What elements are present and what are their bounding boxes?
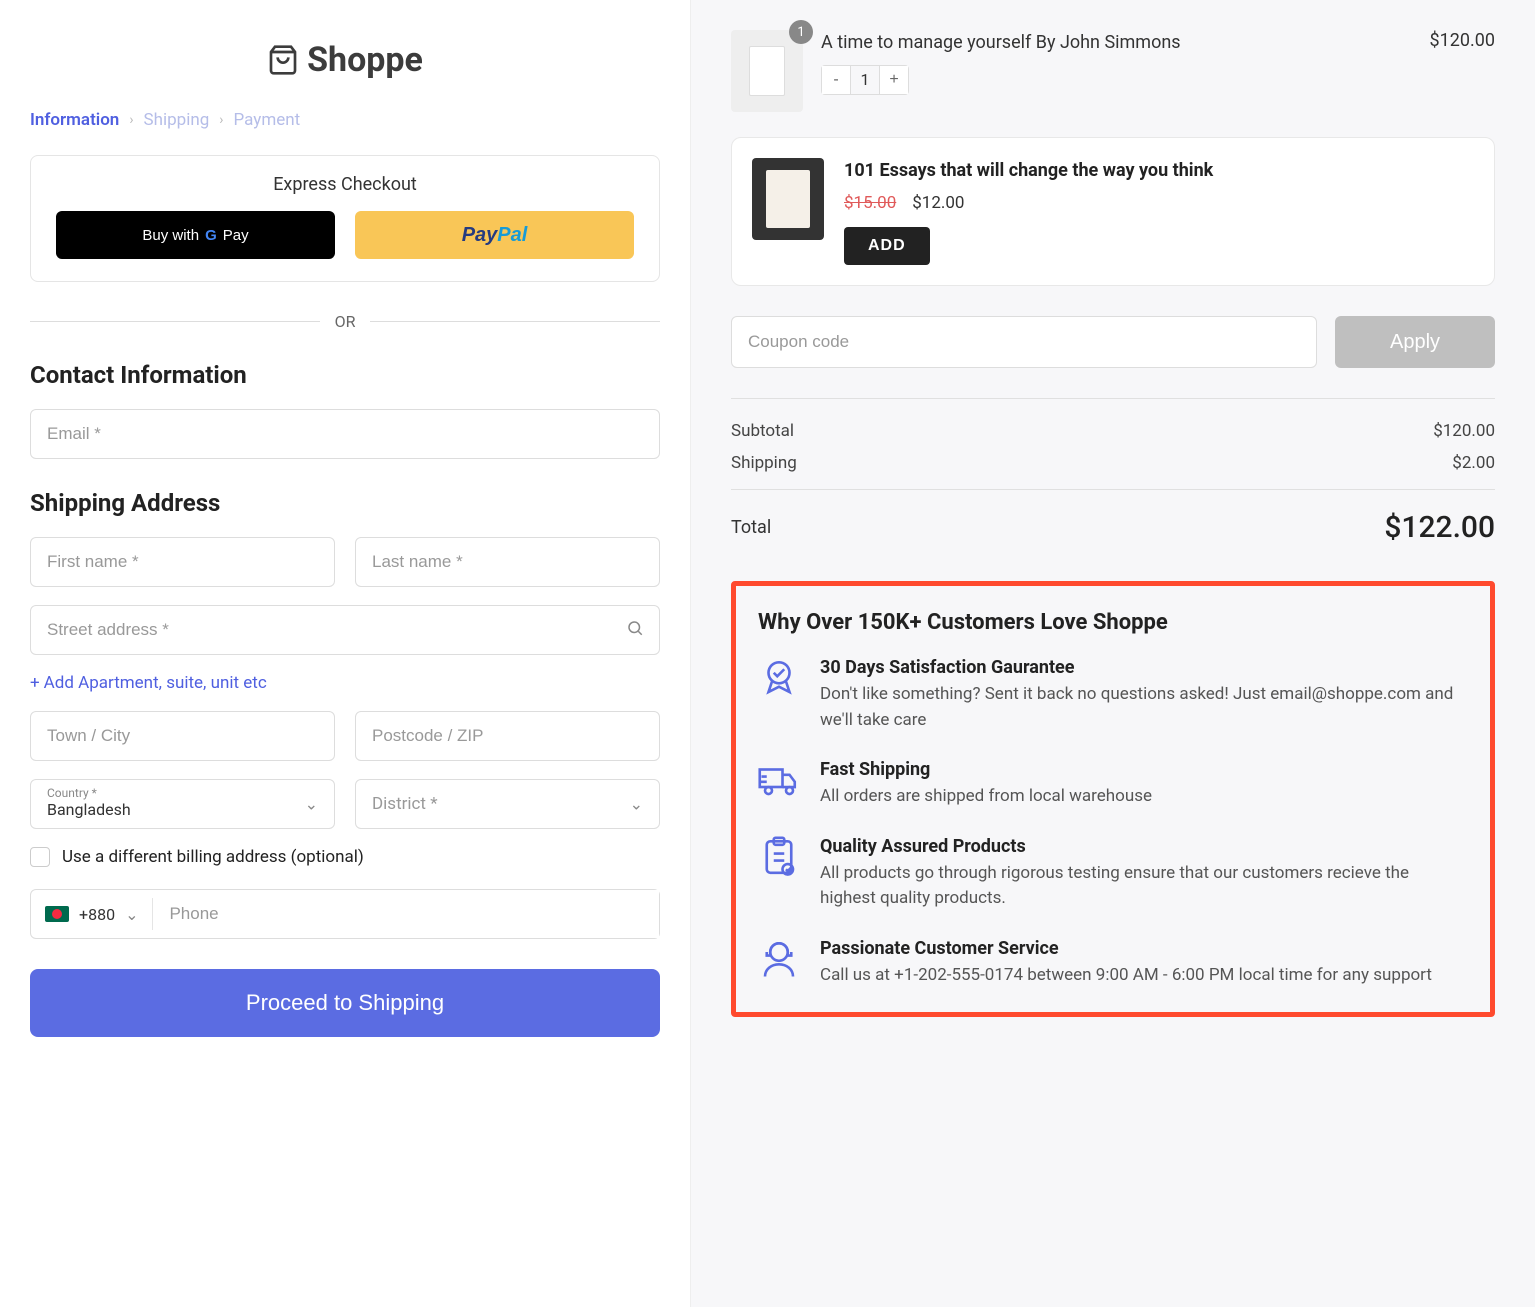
chevron-right-icon: › xyxy=(129,112,133,128)
search-icon xyxy=(626,619,644,641)
chevron-down-icon: ⌄ xyxy=(630,795,643,814)
trust-item-title: Passionate Customer Service xyxy=(820,938,1432,959)
billing-checkbox[interactable] xyxy=(30,847,50,867)
subtotal-value: $120.00 xyxy=(1433,421,1495,441)
trust-badges: Why Over 150K+ Customers Love Shoppe 30 … xyxy=(731,581,1495,1017)
paypal-logo: PayPal xyxy=(462,224,528,247)
subtotal-label: Subtotal xyxy=(731,421,794,441)
paypal-button[interactable]: PayPal xyxy=(355,211,634,259)
upsell-old-price: $15.00 xyxy=(844,193,896,213)
city-field[interactable] xyxy=(30,711,335,761)
chevron-down-icon: ⌄ xyxy=(305,795,318,814)
qty-increase-button[interactable]: + xyxy=(880,66,908,94)
coupon-field[interactable] xyxy=(731,316,1317,368)
upsell-add-button[interactable]: ADD xyxy=(844,227,930,265)
upsell-title: 101 Essays that will change the way you … xyxy=(844,158,1474,183)
apply-coupon-button[interactable]: Apply xyxy=(1335,316,1495,368)
or-divider: OR xyxy=(335,312,356,331)
first-name-field[interactable] xyxy=(30,537,335,587)
upsell-thumbnail xyxy=(752,158,824,240)
truck-icon xyxy=(758,759,800,801)
breadcrumb: Information › Shipping › Payment xyxy=(30,110,660,130)
qty-decrease-button[interactable]: - xyxy=(822,66,850,94)
proceed-button[interactable]: Proceed to Shipping xyxy=(30,969,660,1037)
trust-item-text: Call us at +1-202-555-0174 between 9:00 … xyxy=(820,963,1432,989)
upsell-card: 101 Essays that will change the way you … xyxy=(731,137,1495,286)
brand-name: Shoppe xyxy=(307,40,423,80)
qty-badge: 1 xyxy=(789,20,813,44)
chevron-right-icon: › xyxy=(219,112,223,128)
trust-item-title: Fast Shipping xyxy=(820,759,1152,780)
product-price: $120.00 xyxy=(1415,30,1495,112)
total-value: $122.00 xyxy=(1384,510,1495,545)
email-field[interactable] xyxy=(30,409,660,459)
google-logo-icon: G xyxy=(205,227,217,244)
clipboard-icon xyxy=(758,836,800,878)
street-address-field[interactable] xyxy=(30,605,660,655)
postcode-field[interactable] xyxy=(355,711,660,761)
breadcrumb-information[interactable]: Information xyxy=(30,110,119,130)
upsell-new-price: $12.00 xyxy=(912,193,964,213)
product-thumbnail: 1 xyxy=(731,30,803,112)
phone-field[interactable] xyxy=(153,890,659,938)
billing-checkbox-label: Use a different billing address (optiona… xyxy=(62,847,364,867)
country-select[interactable]: Country * Bangladesh ⌄ xyxy=(30,779,335,829)
trust-item-text: Don't like something? Sent it back no qu… xyxy=(820,682,1468,733)
total-label: Total xyxy=(731,517,771,538)
last-name-field[interactable] xyxy=(355,537,660,587)
guarantee-icon xyxy=(758,657,800,699)
flag-icon xyxy=(45,906,69,922)
breadcrumb-shipping[interactable]: Shipping xyxy=(144,110,210,130)
shipping-cost-value: $2.00 xyxy=(1452,453,1495,473)
gpay-button[interactable]: Buy with G Pay xyxy=(56,211,335,259)
contact-title: Contact Information xyxy=(30,361,660,389)
bag-icon xyxy=(267,44,299,76)
express-checkout: Express Checkout Buy with G Pay PayPal xyxy=(30,155,660,282)
support-icon xyxy=(758,938,800,980)
trust-item-title: 30 Days Satisfaction Gaurantee xyxy=(820,657,1468,678)
district-select[interactable]: District * ⌄ xyxy=(355,779,660,829)
cart-item: 1 A time to manage yourself By John Simm… xyxy=(731,30,1495,112)
trust-item-title: Quality Assured Products xyxy=(820,836,1468,857)
quantity-stepper: - 1 + xyxy=(821,65,909,95)
qty-value: 1 xyxy=(850,66,880,94)
express-title: Express Checkout xyxy=(56,174,634,195)
trust-title: Why Over 150K+ Customers Love Shoppe xyxy=(758,610,1468,635)
brand-logo: Shoppe xyxy=(267,40,423,80)
trust-item-text: All orders are shipped from local wareho… xyxy=(820,784,1152,810)
dial-code-select[interactable]: +880 ⌄ xyxy=(31,898,153,930)
product-title: A time to manage yourself By John Simmon… xyxy=(821,30,1397,55)
add-apartment-link[interactable]: + Add Apartment, suite, unit etc xyxy=(30,673,267,693)
trust-item-text: All products go through rigorous testing… xyxy=(820,861,1468,912)
shipping-cost-label: Shipping xyxy=(731,453,797,473)
shipping-title: Shipping Address xyxy=(30,489,660,517)
chevron-down-icon: ⌄ xyxy=(125,905,138,924)
breadcrumb-payment[interactable]: Payment xyxy=(234,110,301,130)
plus-icon: + xyxy=(30,673,40,693)
